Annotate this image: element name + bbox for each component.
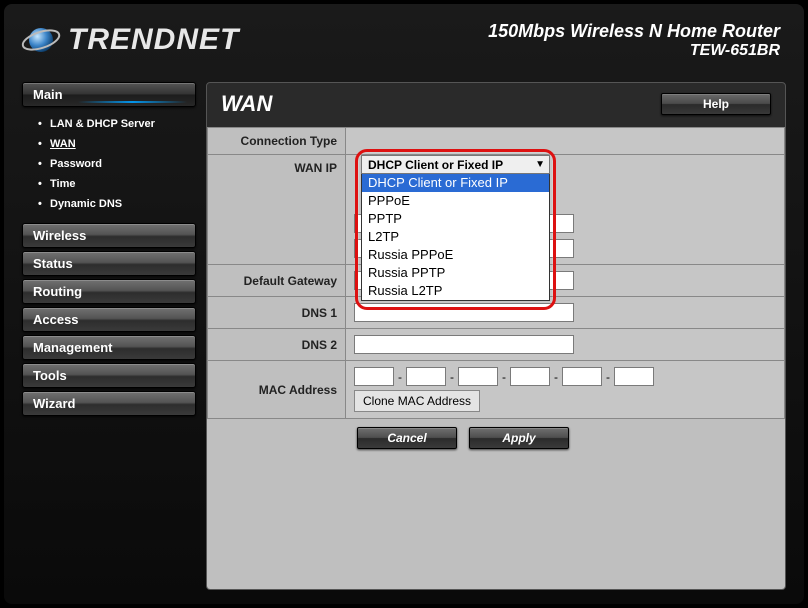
apply-button[interactable]: Apply [469,427,569,449]
connection-type-select[interactable]: DHCP Client or Fixed IP ▼ [361,155,550,174]
header: TRENDNET 150Mbps Wireless N Home Router … [4,4,804,76]
dd-option-russia-pppoe[interactable]: Russia PPPoE [362,246,549,264]
dd-option-pppoe[interactable]: PPPoE [362,192,549,210]
globe-spin-icon [20,19,62,61]
mac-sep: - [450,370,454,384]
mac-sep: - [502,370,506,384]
brand-name: TRENDNET [68,23,239,57]
sidebar-main-sub: LAN & DHCP Server WAN Password Time Dyna… [22,110,196,220]
label-mac: MAC Address [208,361,346,419]
page-title: WAN [221,91,272,117]
field-connection-type [346,128,785,155]
chevron-down-icon: ▼ [535,159,545,170]
sidebar-section-access[interactable]: Access [22,307,196,332]
label-default-gateway: Default Gateway [208,265,346,297]
brand-logo: TRENDNET [20,19,239,61]
product-line1: 150Mbps Wireless N Home Router [488,21,780,42]
sidebar-item-wan[interactable]: WAN [22,134,196,154]
label-dns1: DNS 1 [208,297,346,329]
mac-input-3[interactable] [458,367,498,386]
mac-input-1[interactable] [354,367,394,386]
help-button[interactable]: Help [661,93,771,115]
field-dns1 [346,297,785,329]
mac-input-2[interactable] [406,367,446,386]
connection-type-dropdown[interactable]: DHCP Client or Fixed IP ▼ DHCP Client or… [361,155,550,301]
label-dns2: DNS 2 [208,329,346,361]
sidebar-item-time[interactable]: Time [22,174,196,194]
dd-option-russia-pptp[interactable]: Russia PPTP [362,264,549,282]
mac-input-5[interactable] [562,367,602,386]
sidebar-section-wireless[interactable]: Wireless [22,223,196,248]
mac-input-6[interactable] [614,367,654,386]
dns2-input[interactable] [354,335,574,354]
mac-sep: - [606,370,610,384]
cancel-button[interactable]: Cancel [357,427,457,449]
field-dns2 [346,329,785,361]
sidebar-section-main[interactable]: Main [22,82,196,107]
dd-option-russia-l2tp[interactable]: Russia L2TP [362,282,549,300]
product-title: 150Mbps Wireless N Home Router TEW-651BR [488,21,780,60]
mac-input-4[interactable] [510,367,550,386]
sidebar-section-management[interactable]: Management [22,335,196,360]
sidebar: Main LAN & DHCP Server WAN Password Time… [22,82,196,590]
sidebar-item-password[interactable]: Password [22,154,196,174]
app-frame: TRENDNET 150Mbps Wireless N Home Router … [4,4,804,604]
connection-type-options: DHCP Client or Fixed IP PPPoE PPTP L2TP … [361,174,550,301]
dd-option-dhcp-fixed[interactable]: DHCP Client or Fixed IP [362,174,549,192]
sidebar-section-status[interactable]: Status [22,251,196,276]
clone-mac-button[interactable]: Clone MAC Address [354,390,480,412]
sidebar-section-wizard[interactable]: Wizard [22,391,196,416]
dd-option-pptp[interactable]: PPTP [362,210,549,228]
sidebar-section-label: Main [33,87,63,102]
dd-option-l2tp[interactable]: L2TP [362,228,549,246]
sidebar-item-dynamic-dns[interactable]: Dynamic DNS [22,194,196,214]
page-title-bar: WAN Help [207,83,785,127]
mac-sep: - [554,370,558,384]
label-connection-type: Connection Type [208,128,346,155]
product-line2: TEW-651BR [488,42,780,60]
viewport: TRENDNET 150Mbps Wireless N Home Router … [0,0,808,608]
sidebar-section-routing[interactable]: Routing [22,279,196,304]
action-buttons: Cancel Apply [207,419,785,459]
dns1-input[interactable] [354,303,574,322]
mac-sep: - [398,370,402,384]
sidebar-section-tools[interactable]: Tools [22,363,196,388]
connection-type-selected: DHCP Client or Fixed IP [368,158,503,172]
field-mac: - - - - - Clone MAC Address [346,361,785,419]
label-wan-ip: WAN IP [208,155,346,265]
sidebar-item-lan-dhcp[interactable]: LAN & DHCP Server [22,114,196,134]
